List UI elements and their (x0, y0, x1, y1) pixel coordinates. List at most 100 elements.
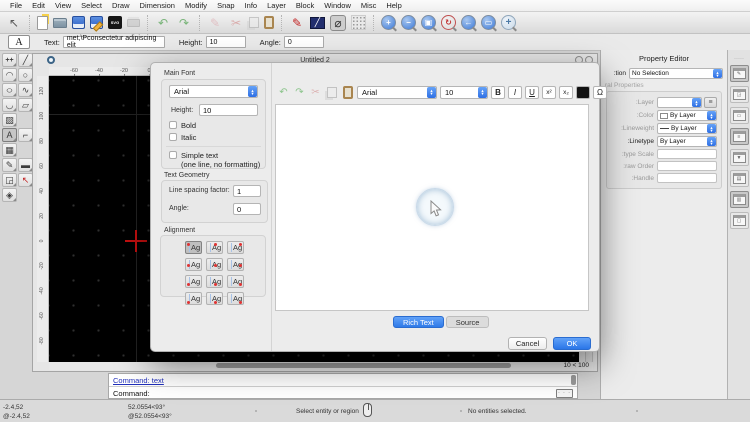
filter-window-button[interactable]: ▼ (730, 149, 749, 166)
edit-pen-icon[interactable]: ✎ (289, 15, 305, 31)
editor-size-dropdown[interactable]: 10 (440, 86, 488, 99)
align-bot-center-button[interactable]: Ag (206, 292, 223, 305)
simple-text-checkbox-row[interactable]: Simple text(one line, no formatting) (169, 151, 261, 169)
text-tool-button[interactable]: A (8, 35, 30, 49)
font-family-dropdown[interactable]: Arial (169, 85, 258, 98)
save-as-icon[interactable] (90, 16, 103, 29)
text-color-swatch[interactable] (576, 86, 590, 99)
redo-icon[interactable]: ↷ (176, 15, 192, 31)
simple-text-checkbox[interactable] (169, 151, 177, 159)
tab-source[interactable]: Source (446, 316, 490, 328)
underline-button[interactable]: U (525, 86, 539, 99)
zoom-window-icon[interactable]: ▭ (481, 15, 496, 30)
order-tool[interactable]: ▬ (18, 158, 33, 172)
hatch-tool[interactable]: ▨ (2, 113, 17, 127)
modify-tool[interactable]: ✎ (2, 158, 17, 172)
library-browser-button[interactable]: ▥ (730, 191, 749, 208)
menu-block[interactable]: Block (291, 1, 319, 10)
menu-dimension[interactable]: Dimension (135, 1, 180, 10)
open-folder-icon[interactable] (53, 18, 67, 28)
handle-input[interactable] (657, 173, 717, 183)
editor-paste-icon[interactable] (341, 86, 354, 99)
height-input[interactable]: 10 (206, 36, 246, 48)
keyboard-icon[interactable]: · · · (556, 389, 573, 398)
stepper-icon[interactable] (478, 87, 487, 98)
tab-rich-text[interactable]: Rich Text (393, 316, 444, 328)
print-icon[interactable] (127, 19, 140, 27)
stepper-icon[interactable] (707, 137, 716, 146)
align-mid-right-button[interactable]: Ag (227, 258, 244, 271)
linetype-dropdown[interactable]: By Layer (657, 136, 717, 147)
menu-snap[interactable]: Snap (212, 1, 240, 10)
stepper-icon[interactable] (707, 111, 716, 120)
polyline-tool[interactable]: ◡ (2, 98, 17, 112)
menu-select[interactable]: Select (76, 1, 107, 10)
pen-window-button[interactable]: ✎ (730, 65, 749, 82)
zoom-previous-icon[interactable]: ← (461, 15, 476, 30)
align-bot-left-button[interactable]: Ag (185, 292, 202, 305)
points-tool[interactable]: ++ (2, 53, 17, 67)
zoom-in-icon[interactable]: + (381, 15, 396, 30)
blank-window-button[interactable]: ▭ (730, 107, 749, 124)
clipboard-window-button[interactable]: ▢ (730, 212, 749, 229)
align-bot-right-button[interactable]: Ag (227, 292, 244, 305)
align-base-center-button[interactable]: Ag (206, 275, 223, 288)
menu-help[interactable]: Help (381, 1, 406, 10)
line-chart-icon[interactable]: ╱ (310, 17, 325, 29)
dimension-tool[interactable]: ⌐ (18, 128, 33, 142)
layer-list-icon[interactable]: ≡ (704, 97, 717, 108)
explode-tool[interactable]: ◲ (2, 173, 17, 187)
property-list-button[interactable]: ≡ (730, 128, 749, 145)
stepper-icon[interactable] (713, 69, 722, 78)
editor-redo-icon[interactable]: ↷ (293, 86, 306, 99)
bold-checkbox[interactable] (169, 121, 177, 129)
italic-checkbox[interactable] (169, 133, 177, 141)
align-base-left-button[interactable]: Ag (185, 275, 202, 288)
command-window-button[interactable]: ▤ (730, 170, 749, 187)
menu-misc[interactable]: Misc (356, 1, 381, 10)
layer-window-button[interactable]: ◲ (730, 86, 749, 103)
shapes-tool[interactable]: ▱ (18, 98, 33, 112)
stepper-icon[interactable] (707, 124, 716, 133)
attributes-tool[interactable]: ↖ (18, 173, 33, 187)
align-mid-center-button[interactable]: Ag (206, 258, 223, 271)
menu-file[interactable]: File (5, 1, 27, 10)
undo-icon[interactable]: ↶ (155, 15, 171, 31)
italic-button[interactable]: I (508, 86, 522, 99)
cancel-button[interactable]: Cancel (508, 337, 547, 350)
zoom-auto-icon[interactable]: ▣ (421, 15, 436, 30)
new-document-icon[interactable] (37, 16, 48, 30)
copy-icon[interactable] (249, 17, 259, 28)
menu-layer[interactable]: Layer (262, 1, 291, 10)
align-top-center-button[interactable]: Ag (206, 241, 223, 254)
dialog-height-input[interactable]: 10 (199, 104, 258, 116)
draw-pen-icon[interactable]: ✎ (207, 15, 223, 31)
symbol-button[interactable]: Ω (593, 86, 607, 99)
menu-info[interactable]: Info (240, 1, 263, 10)
stepper-icon[interactable] (248, 86, 257, 97)
menu-edit[interactable]: Edit (27, 1, 50, 10)
editor-cut-icon[interactable]: ✂ (309, 86, 322, 99)
circle-slash-icon[interactable]: ⌀ (330, 15, 346, 31)
lineweight-dropdown[interactable]: By Layer (657, 123, 717, 134)
svg-export-icon[interactable]: SVG (108, 16, 122, 29)
dialog-angle-input[interactable]: 0 (233, 203, 261, 215)
menu-view[interactable]: View (50, 1, 76, 10)
menu-modify[interactable]: Modify (180, 1, 212, 10)
arc-tool[interactable]: ◠ (2, 68, 17, 82)
snap-grid-icon[interactable] (351, 15, 366, 30)
subscript-button[interactable]: x₂ (559, 86, 573, 99)
superscript-button[interactable]: x² (542, 86, 556, 99)
selection-dropdown[interactable]: No Selection (629, 68, 723, 79)
draw-order-input[interactable] (657, 161, 717, 171)
image-tool[interactable]: ▦ (2, 143, 17, 157)
command-scrollbar-thumb[interactable] (571, 375, 576, 385)
command-input-row[interactable]: Command: · · · (109, 386, 577, 399)
cut-icon[interactable]: ✂ (228, 15, 244, 31)
align-top-right-button[interactable]: Ag (227, 241, 244, 254)
bold-checkbox-row[interactable]: Bold (169, 121, 196, 130)
zoom-redraw-icon[interactable]: ↻ (441, 15, 456, 30)
linetype-scale-input[interactable] (657, 149, 717, 159)
text-tool[interactable]: A (2, 128, 17, 142)
circle-tool[interactable]: ○ (18, 68, 33, 82)
